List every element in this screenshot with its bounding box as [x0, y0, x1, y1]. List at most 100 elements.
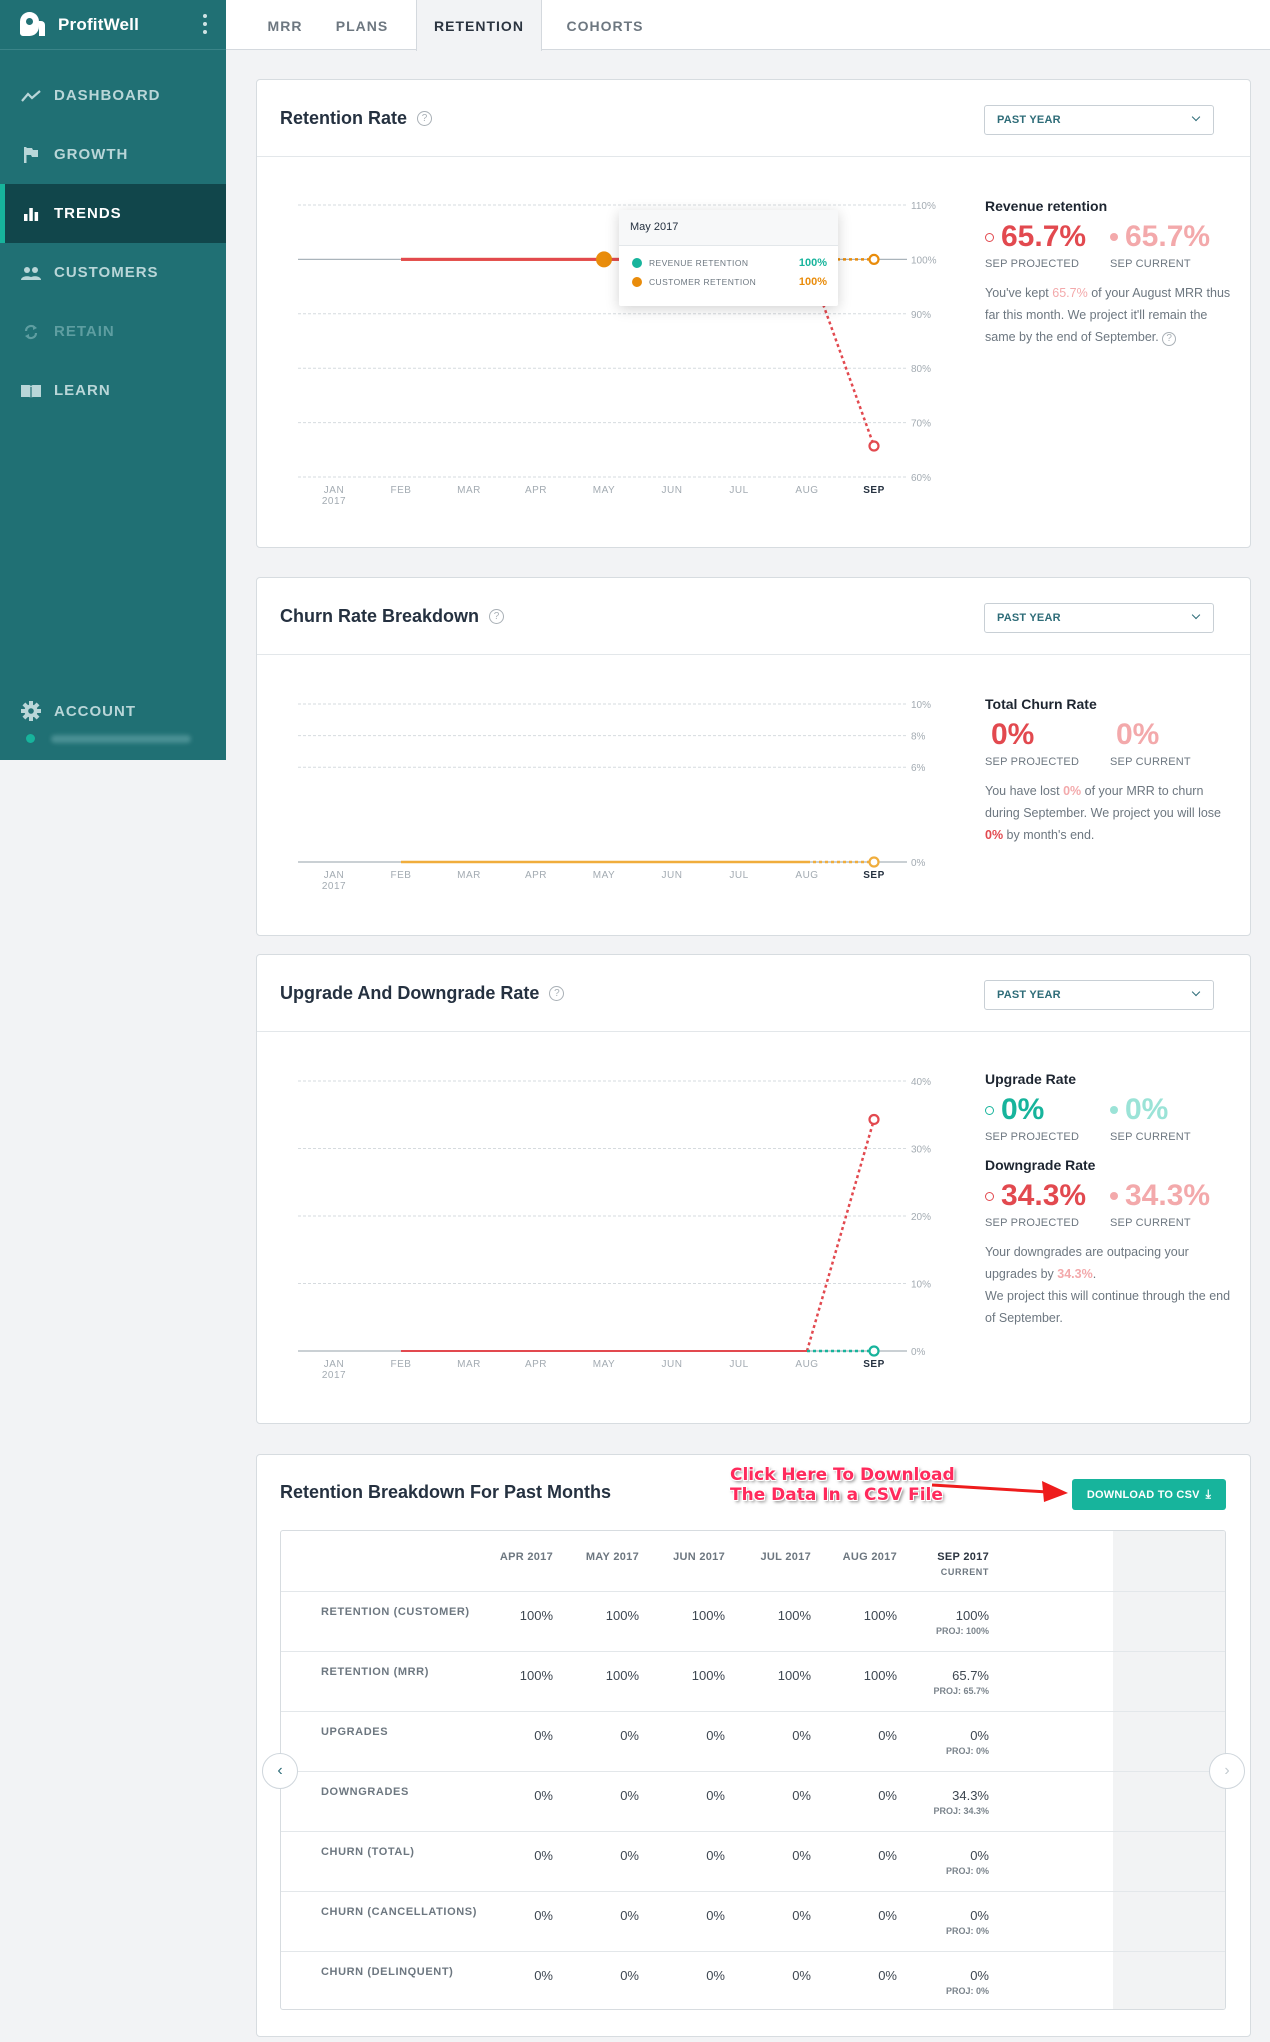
- projected-point: [868, 1113, 880, 1126]
- highlight-value: 0%: [985, 828, 1004, 842]
- help-icon[interactable]: ?: [489, 609, 505, 624]
- revenue-retention-summary: Revenue retention 65.7% SEP PROJECTED 65…: [985, 198, 1235, 348]
- tooltip-row: REVENUE RETENTION 100%: [632, 257, 827, 269]
- table-header-row: APR 2017 MAY 2017 JUN 2017 JUL 2017 AUG 2017…: [281, 1531, 1225, 1591]
- projected-stat: 0% SEP PROJECTED: [985, 1093, 1110, 1143]
- current-stat: 0% SEP CURRENT: [1110, 718, 1235, 768]
- y-tick-label: 8%: [911, 732, 926, 743]
- highlight-value: 0%: [1063, 784, 1082, 798]
- table-cell: 0%: [792, 1968, 811, 1983]
- current-value: 0%: [1110, 1093, 1235, 1127]
- y-tick-label: 6%: [911, 763, 926, 774]
- tab-mrr[interactable]: MRR: [254, 0, 316, 51]
- row-label: RETENTION (MRR): [321, 1666, 429, 1678]
- brand[interactable]: ProfitWell: [0, 0, 226, 50]
- table-cell: 0%: [970, 1728, 989, 1743]
- table-cell: 100%: [519, 1608, 553, 1623]
- x-tick-label: FEB: [391, 870, 412, 881]
- brand-name: ProfitWell: [58, 14, 140, 34]
- next-page-button[interactable]: ›: [1209, 1753, 1245, 1789]
- x-tick-label: SEP: [863, 485, 885, 496]
- range-dropdown[interactable]: PAST YEAR: [984, 603, 1214, 633]
- table-cell: 100%: [777, 1608, 811, 1623]
- value-text: 65.7%: [1125, 220, 1211, 253]
- projected-point: [868, 1345, 880, 1357]
- y-tick-label: 0%: [911, 858, 926, 869]
- chevron-down-icon: [1191, 987, 1201, 997]
- tab-cohorts[interactable]: COHORTS: [550, 0, 660, 51]
- section-tabs: MRR PLANS RETENTION COHORTS: [226, 0, 1270, 51]
- y-tick-label: 20%: [911, 1212, 931, 1223]
- x-tick-label: MAR: [457, 870, 481, 881]
- legend-dot-icon: [632, 258, 642, 268]
- help-icon[interactable]: ?: [549, 986, 565, 1001]
- text-part: You've kept: [985, 286, 1053, 300]
- table-cell: 0%: [706, 1968, 725, 1983]
- row-label: CHURN (CANCELLATIONS): [321, 1906, 477, 1918]
- prev-page-button[interactable]: ‹: [262, 1753, 298, 1789]
- x-tick-label: 2017: [322, 1370, 346, 1381]
- tooltip-label: REVENUE RETENTION: [649, 258, 749, 268]
- y-tick-label: 10%: [911, 1280, 931, 1291]
- tab-plans[interactable]: PLANS: [326, 0, 398, 51]
- more-menu-icon[interactable]: [202, 14, 208, 34]
- help-icon[interactable]: ?: [1162, 332, 1177, 346]
- projected-caption: SEP PROJECTED: [985, 1217, 1080, 1229]
- table-cell: 100%: [519, 1668, 553, 1683]
- range-dropdown[interactable]: PAST YEAR: [984, 980, 1214, 1010]
- row-label: RETENTION (CUSTOMER): [321, 1606, 470, 1618]
- range-dropdown[interactable]: PAST YEAR: [984, 105, 1214, 135]
- summary-text: Your downgrades are outpacing your upgra…: [985, 1241, 1235, 1329]
- tooltip-label: CUSTOMER RETENTION: [649, 277, 757, 287]
- projected-value: 34.3%: [985, 1179, 1110, 1213]
- current-caption: SEP CURRENT: [1110, 1131, 1191, 1143]
- sidebar-item-retain[interactable]: RETAIN: [0, 302, 226, 361]
- table-cell: 100%: [777, 1668, 811, 1683]
- range-value: PAST YEAR: [997, 114, 1061, 126]
- projected-value: PROJ: 0%: [945, 1746, 989, 1756]
- sidebar-item-learn[interactable]: LEARN: [0, 361, 226, 420]
- help-icon[interactable]: ?: [417, 111, 433, 126]
- account-label: ACCOUNT: [54, 702, 136, 720]
- column-header: AUG 2017: [842, 1551, 897, 1563]
- chevron-right-icon: ›: [1224, 1762, 1230, 1779]
- title-text: Upgrade And Downgrade Rate: [280, 983, 540, 1003]
- table-cell: 0%: [878, 1788, 897, 1803]
- table-cell: 0%: [792, 1788, 811, 1803]
- y-tick-label: 0%: [911, 1347, 926, 1358]
- column-header: APR 2017: [499, 1551, 553, 1563]
- x-tick-label: JAN: [324, 1359, 344, 1370]
- current-label: CURRENT: [940, 1567, 989, 1577]
- current-stat: 65.7% SEP CURRENT: [1110, 220, 1235, 270]
- value-text: 65.7%: [1001, 220, 1087, 253]
- summary-title: Upgrade Rate: [985, 1071, 1077, 1087]
- account-link[interactable]: ACCOUNT: [20, 700, 136, 722]
- row-label: CHURN (DELINQUENT): [321, 1966, 454, 1978]
- table-cell: 0%: [620, 1848, 639, 1863]
- highlight-value: 65.7%: [1052, 286, 1088, 300]
- sidebar-item-trends[interactable]: TRENDS: [0, 184, 226, 243]
- upgrade-downgrade-card: Upgrade And Downgrade Rate? PAST YEAR 0%…: [256, 954, 1251, 1424]
- sidebar-item-customers[interactable]: CUSTOMERS: [0, 243, 226, 302]
- x-tick-label: JUL: [729, 870, 748, 881]
- sidebar-item-dashboard[interactable]: DASHBOARD: [0, 66, 226, 125]
- button-label: DOWNLOAD TO CSV: [1086, 1488, 1200, 1501]
- table-row: RETENTION (CUSTOMER) 100% 100% 100% 100% 100%…: [281, 1591, 1225, 1651]
- y-tick-label: 80%: [911, 364, 931, 375]
- x-tick-label: JUN: [662, 870, 683, 881]
- y-tick-label: 70%: [911, 419, 931, 430]
- x-tick-label: AUG: [795, 485, 818, 496]
- table-cell: 0%: [620, 1788, 639, 1803]
- tab-retention[interactable]: RETENTION: [416, 0, 542, 51]
- projected-value: 0%: [991, 718, 1035, 751]
- table-row: CHURN (TOTAL) 0% 0% 0% 0% 0% 0% PROJ: 0%: [281, 1831, 1225, 1891]
- value-text: 34.3%: [1125, 1179, 1211, 1212]
- status-dot-icon: [26, 734, 35, 743]
- download-csv-button[interactable]: DOWNLOAD TO CSV ⤓: [1072, 1479, 1226, 1510]
- column-header: SEP 2017: [937, 1551, 989, 1563]
- projected-value: PROJ: 100%: [935, 1626, 989, 1636]
- legend-dot-icon: [632, 277, 642, 287]
- x-tick-label: AUG: [795, 1359, 818, 1370]
- sidebar-item-growth[interactable]: GROWTH: [0, 125, 226, 184]
- table-cell: 100%: [691, 1608, 725, 1623]
